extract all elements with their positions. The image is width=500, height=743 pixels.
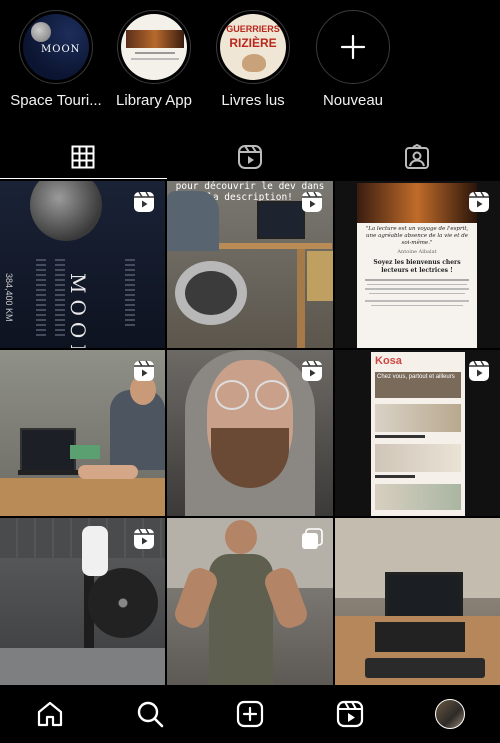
search-icon <box>137 701 164 728</box>
tab-tagged[interactable] <box>333 135 500 179</box>
highlight-label: Livres lus <box>221 92 285 109</box>
reel-badge-icon <box>134 191 154 212</box>
weight-plate <box>88 568 158 638</box>
reel-badge-icon <box>134 360 154 381</box>
chair <box>175 261 247 325</box>
post-tile-library-page[interactable]: "La lecture est un voyage de l'esprit, u… <box>335 181 500 348</box>
highlight-library-app[interactable]: Library App <box>106 10 202 109</box>
kosa-headline: Chez vous, partout et ailleurs <box>375 372 461 398</box>
library-heading: Soyez les bienvenus chers lecteurs et le… <box>373 259 461 274</box>
post-tile-kosa-app[interactable]: Kosa Chez vous, partout et ailleurs <box>335 350 500 516</box>
bottom-navigation <box>0 685 500 743</box>
posts-grid: MOON 384,400 KM pour découvrir le dev da… <box>0 181 500 685</box>
highlight-ring: MOON <box>19 10 93 84</box>
post-tile-moon[interactable]: MOON 384,400 KM <box>0 181 165 348</box>
book-illustration <box>242 54 266 72</box>
reel-badge-icon <box>469 191 489 212</box>
tab-posts[interactable] <box>0 135 167 179</box>
reel-badge-icon <box>134 528 154 549</box>
reel-badge-icon <box>302 191 322 212</box>
person-tank-top <box>209 554 273 685</box>
desk <box>0 478 165 516</box>
laptop <box>375 622 465 652</box>
profile-tabs <box>0 135 500 179</box>
nav-profile[interactable] <box>430 694 470 734</box>
moon-thumb <box>31 22 51 42</box>
profile-avatar <box>435 699 465 729</box>
highlight-ring <box>117 10 191 84</box>
reel-badge-icon <box>302 360 322 381</box>
highlight-label: Nouveau <box>322 92 384 109</box>
library-banner <box>357 183 477 223</box>
plus-square-icon <box>236 700 264 728</box>
tab-reels[interactable] <box>167 135 334 179</box>
reels-icon <box>336 700 364 728</box>
nav-home[interactable] <box>30 694 70 734</box>
story-highlights: MOON Space Touri... Library App GUERRIER… <box>0 0 500 135</box>
highlight-label: Space Touri... <box>10 92 102 109</box>
post-tile-selfie[interactable] <box>167 350 333 516</box>
plus-icon <box>340 34 366 60</box>
library-page: "La lecture est un voyage de l'esprit, u… <box>357 183 477 348</box>
post-tile-jump-rope[interactable] <box>167 518 333 685</box>
reel-badge-icon <box>469 360 489 381</box>
person-arm <box>167 191 219 251</box>
book-title-line1: GUERRIERS <box>226 24 280 34</box>
tagged-person-icon <box>404 144 429 169</box>
post-tile-workstation[interactable] <box>335 518 500 685</box>
highlight-new[interactable]: Nouveau <box>305 10 401 109</box>
highlight-ring: GUERRIERS RIZIÈRE <box>216 10 290 84</box>
kosa-brand: Kosa <box>375 355 402 367</box>
grid-icon <box>71 145 95 169</box>
nav-reels[interactable] <box>330 694 370 734</box>
moon-image <box>30 181 102 241</box>
highlight-label: Library App <box>116 92 192 109</box>
post-tile-desk-chair[interactable]: pour découvrir le dev dans la descriptio… <box>167 181 333 348</box>
nav-create[interactable] <box>230 694 270 734</box>
highlight-space-tourism[interactable]: MOON Space Touri... <box>8 10 104 109</box>
desk <box>207 243 332 249</box>
moon-distance: 384,400 KM <box>4 273 14 322</box>
post-tile-gym[interactable] <box>0 518 165 685</box>
post-tile-laptop-desk[interactable] <box>0 350 165 516</box>
laptop-screen <box>20 428 76 472</box>
carousel-badge-icon <box>302 528 323 549</box>
monitor <box>257 201 305 239</box>
library-banner-thumb <box>126 30 184 48</box>
nav-search[interactable] <box>130 694 170 734</box>
library-quote: "La lecture est un voyage de l'esprit, u… <box>365 226 469 246</box>
reels-icon <box>238 145 262 169</box>
moon-title: MOON <box>66 273 90 348</box>
kosa-screen: Kosa Chez vous, partout et ailleurs <box>371 352 465 516</box>
home-icon <box>37 701 63 727</box>
highlight-livres-lus[interactable]: GUERRIERS RIZIÈRE Livres lus <box>205 10 301 109</box>
new-highlight-button[interactable] <box>316 10 390 84</box>
keyboard <box>365 658 485 678</box>
book-title-line2: RIZIÈRE <box>229 36 277 50</box>
highlight-thumb-text: MOON <box>41 44 81 55</box>
